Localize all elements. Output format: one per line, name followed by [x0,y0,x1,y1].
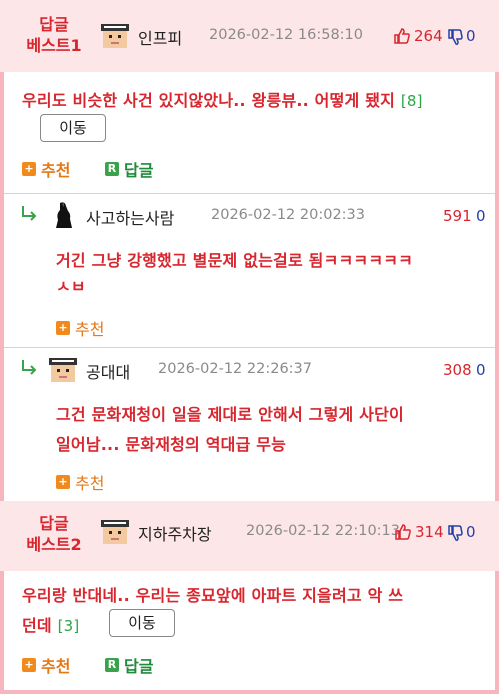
reply-count[interactable]: [8] [401,92,423,110]
recommend-label: 추천 [75,320,105,339]
plus-icon: + [22,162,36,176]
nickname[interactable]: 인프피 [138,25,182,49]
nickname[interactable]: 공대대 [86,359,130,383]
reply-arrow-icon [22,206,37,221]
divider [4,347,495,348]
downvote-count: 0 [476,207,486,225]
best-badge-2: 답글 베스트2 [14,513,94,555]
comment-text-line: 우리랑 반대네.. 우리는 종묘앞에 아파트 지을려고 악 쓰 [22,586,404,605]
timestamp: 2026-02-12 22:26:37 [158,361,312,377]
plus-icon: + [22,658,36,672]
comment-text-content: 우리도 비슷한 사건 있지않았나.. 왕릉뷰.. 어떻게 됐지 [22,91,396,110]
comment-text-line: 일어남... 문화재청의 역대급 무능 [56,435,287,454]
best-badge-line2: 베스트1 [26,36,82,55]
best-badge-line2: 베스트2 [26,535,82,554]
avatar[interactable] [48,354,78,384]
recommend-label: 추천 [41,161,71,180]
plus-icon: + [56,475,70,489]
comment-text: 거긴 그냥 강행했고 별문제 없는걸로 됨ㅋㅋㅋㅋㅋㅋ ㅅㅂ [56,246,494,296]
recommend-button[interactable]: + 추천 [56,316,104,340]
timestamp: 2026-02-12 20:02:33 [211,207,365,223]
comment-text: 우리랑 반대네.. 우리는 종묘앞에 아파트 지을려고 악 쓰 던데 [3] [22,581,492,641]
reply-icon: R [105,162,119,176]
reply-label: 답글 [124,657,154,676]
plus-icon: + [56,321,70,335]
upvote-count: 591 [443,207,472,225]
timestamp: 2026-02-12 22:10:13 [246,523,400,539]
avatar[interactable] [48,200,78,230]
reply-count[interactable]: [3] [58,617,80,635]
comment-text: 우리도 비슷한 사건 있지않았나.. 왕릉뷰.. 어떻게 됐지 [8] [22,86,492,116]
best-badge-line1: 답글 [39,514,69,533]
recommend-button[interactable]: + 추천 [22,157,70,181]
recommend-button[interactable]: + 추천 [56,470,104,494]
avatar[interactable] [100,516,130,546]
reply-arrow-icon [22,360,37,375]
timestamp: 2026-02-12 16:58:10 [209,27,363,43]
thumbs-down-icon[interactable] [448,28,464,46]
downvote-count: 0 [476,361,486,379]
move-button[interactable]: 이동 [109,609,175,637]
reply-button[interactable]: R 답글 [105,157,153,181]
divider [4,193,495,194]
move-button[interactable]: 이동 [40,114,106,142]
thumbs-up-icon[interactable] [393,27,411,45]
upvote-count: 264 [414,27,443,45]
downvote-count: 0 [466,523,476,541]
upvote-count: 314 [415,523,444,541]
recommend-button[interactable]: + 추천 [22,653,70,677]
comment-text-line: 그건 문화재청이 일을 제대로 안해서 그렇게 사단이 [56,405,404,424]
nickname[interactable]: 지하주차장 [138,521,212,545]
avatar[interactable] [100,20,130,50]
recommend-label: 추천 [41,657,71,676]
reply-button[interactable]: R 답글 [105,653,153,677]
reply-label: 답글 [124,161,154,180]
best-badge-1: 답글 베스트1 [14,14,94,56]
reply-icon: R [105,658,119,672]
upvote-count: 308 [443,361,472,379]
recommend-label: 추천 [75,474,105,493]
downvote-count: 0 [466,27,476,45]
comment-text-line-content: 던데 [22,616,52,635]
comment-text-line-2: 던데 [3] [22,611,492,641]
best-badge-line1: 답글 [39,15,69,34]
thumbs-up-icon[interactable] [394,523,412,541]
nickname[interactable]: 사고하는사람 [86,205,174,229]
comment-text: 그건 문화재청이 일을 제대로 안해서 그렇게 사단이 일어남... 문화재청의… [56,400,496,460]
thumbs-down-icon[interactable] [448,524,464,542]
